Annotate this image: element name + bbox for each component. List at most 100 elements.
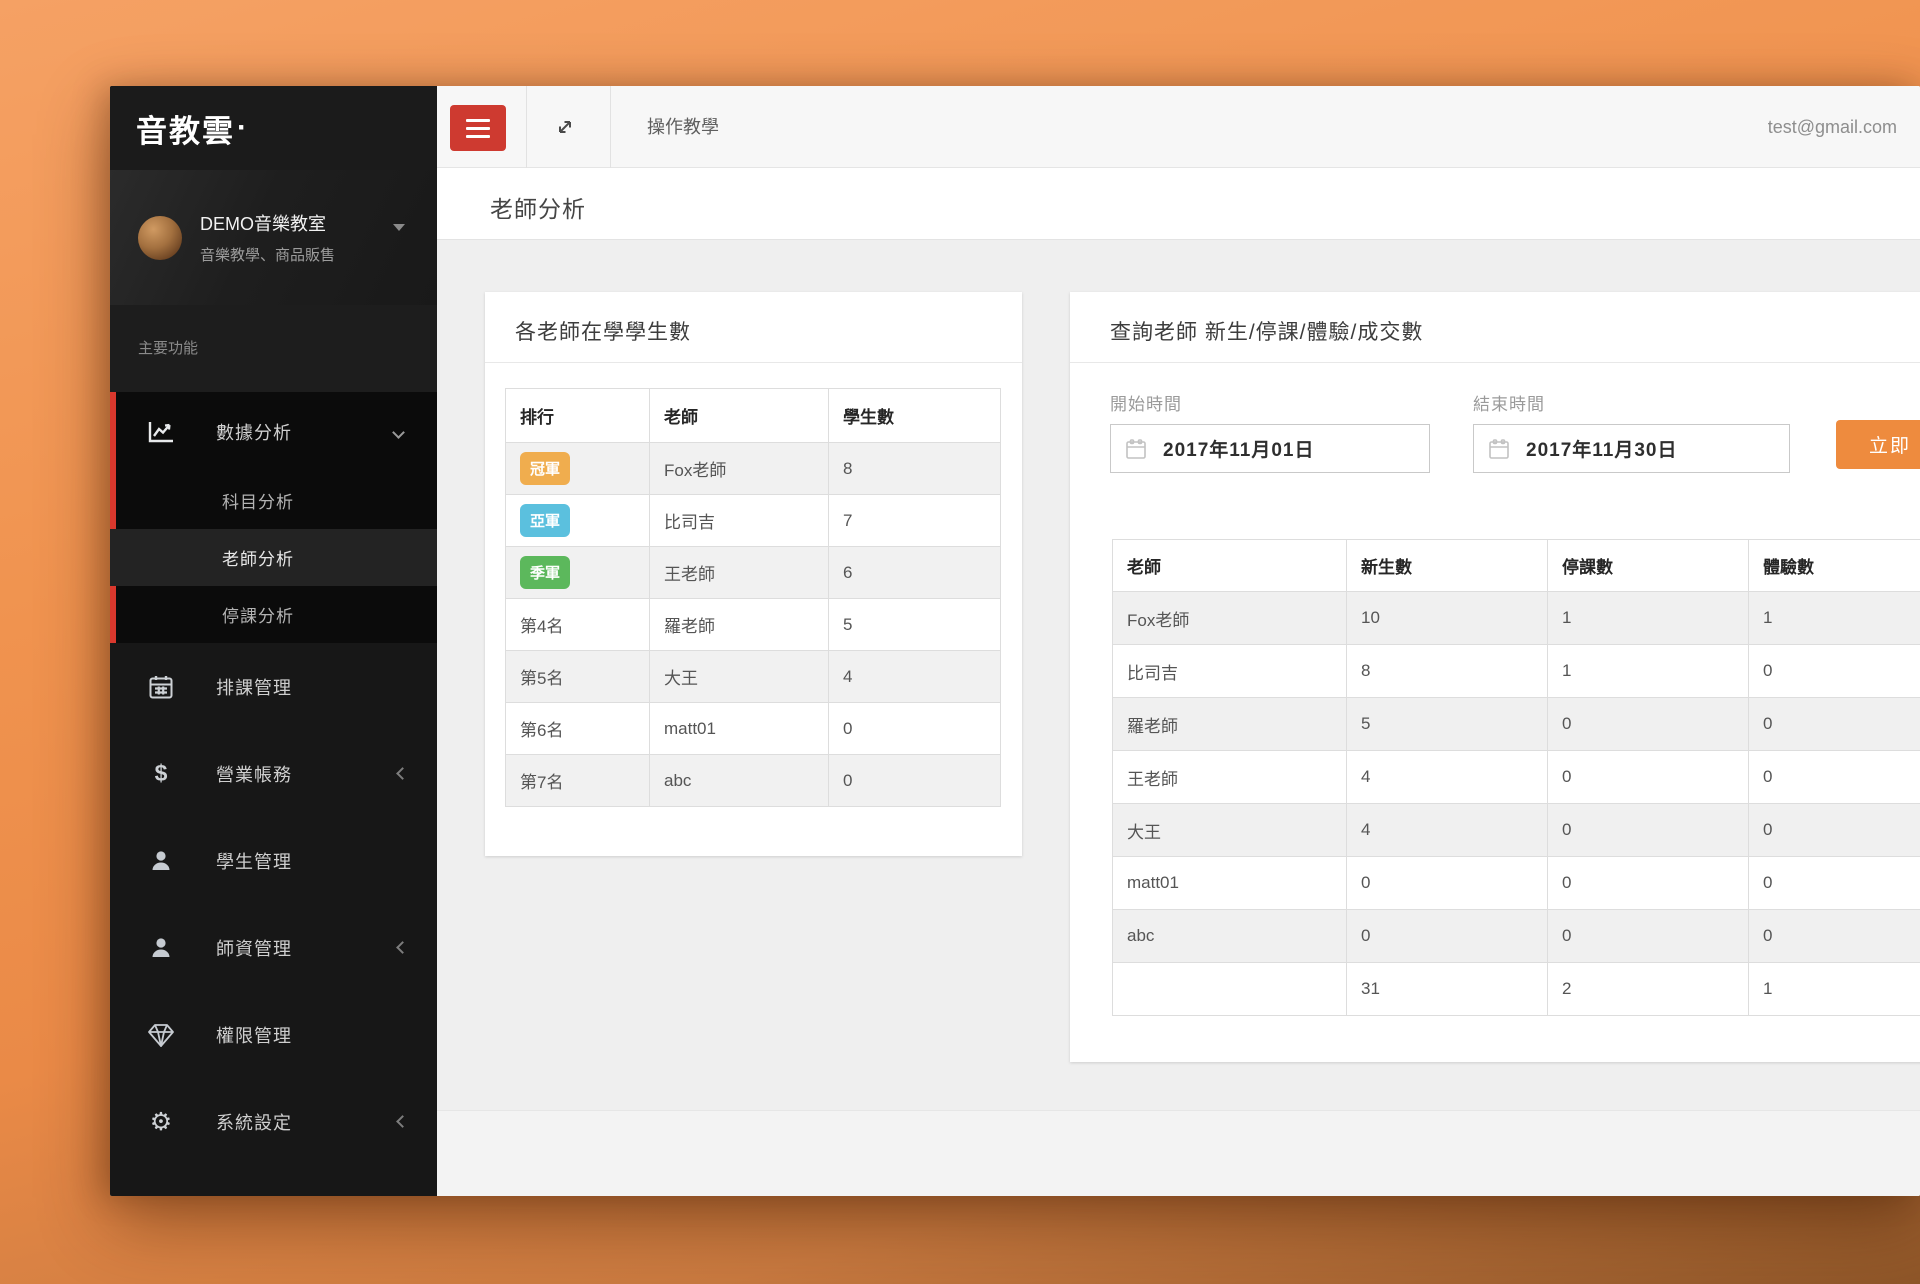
cell-rank: 第5名: [506, 651, 650, 703]
cell-teacher: [1113, 963, 1347, 1016]
col-header-trial: 體驗數: [1749, 540, 1920, 592]
cell-trial: 0: [1749, 645, 1920, 698]
sidebar-item-permissions[interactable]: 權限管理: [110, 991, 437, 1078]
cell-teacher: 羅老師: [650, 599, 829, 651]
chevron-left-icon: [396, 1115, 409, 1128]
table-row: 大王 4 0 0: [1113, 804, 1920, 857]
cell-teacher: matt01: [650, 703, 829, 755]
cell-stop: 0: [1548, 698, 1749, 751]
sidebar-section-label: 主要功能: [110, 305, 437, 392]
cell-students: 5: [829, 599, 1001, 651]
cell-stop: 1: [1548, 592, 1749, 645]
cell-students: 0: [829, 703, 1001, 755]
table-row: 第4名 羅老師 5: [506, 599, 1001, 651]
sidebar-item-students[interactable]: 學生管理: [110, 817, 437, 904]
calendar-icon: [1125, 438, 1147, 460]
table-row: matt01 0 0 0: [1113, 857, 1920, 910]
cell-trial: 0: [1749, 751, 1920, 804]
cell-teacher: 大王: [1113, 804, 1347, 857]
footer: [437, 1110, 1920, 1196]
brand-logo-mark: ·: [237, 111, 247, 145]
cell-stop: 1: [1548, 645, 1749, 698]
brand-logo-text: 音教雲: [136, 106, 235, 151]
sidebar-item-label: 權限管理: [216, 1022, 292, 1048]
cell-rank: 第6名: [506, 703, 650, 755]
end-date-input[interactable]: 2017年11月30日: [1473, 424, 1790, 473]
tutorial-link[interactable]: 操作教學: [647, 86, 719, 168]
panel-teacher-query: 查詢老師 新生/停課/體驗/成交數 開始時間 2017年11月01日 結束: [1070, 292, 1920, 1062]
panel-title: 各老師在學學生數: [515, 316, 691, 346]
content: 各老師在學學生數 排行 老師 學生數 冠軍 Fox老師 8 亞軍: [437, 240, 1920, 1110]
sidebar-subitem-label: 科目分析: [222, 488, 294, 513]
col-header-stop: 停課數: [1548, 540, 1749, 592]
profile-subtitle: 音樂教學、商品販售: [200, 244, 335, 265]
start-time-label: 開始時間: [1110, 390, 1182, 415]
table-header-row: 老師 新生數 停課數 體驗數: [1113, 540, 1920, 592]
end-time-label: 結束時間: [1473, 390, 1545, 415]
start-date-input[interactable]: 2017年11月01日: [1110, 424, 1430, 473]
dollar-icon: $: [146, 760, 176, 787]
sidebar-item-data-analysis[interactable]: 數據分析: [116, 392, 437, 472]
cell-students: 4: [829, 651, 1001, 703]
sidebar-subitem-label: 停課分析: [222, 602, 294, 627]
sidebar-item-accounting[interactable]: $ 營業帳務: [110, 730, 437, 817]
table-row: Fox老師 10 1 1: [1113, 592, 1920, 645]
chevron-down-icon: [392, 426, 405, 439]
rank-badge: 季軍: [520, 556, 570, 589]
person-icon: [146, 848, 176, 874]
expand-arrows-icon: [553, 115, 577, 139]
table-row: 亞軍 比司吉 7: [506, 495, 1001, 547]
query-submit-button[interactable]: 立即: [1836, 420, 1920, 469]
gem-icon: [146, 1022, 176, 1048]
cell-teacher: abc: [650, 755, 829, 807]
table-row: 王老師 4 0 0: [1113, 751, 1920, 804]
sidebar-item-label: 系統設定: [216, 1109, 292, 1135]
sidebar-item-settings[interactable]: ⚙ 系統設定: [110, 1078, 437, 1165]
caret-down-icon: [393, 224, 405, 231]
cell-teacher: 比司吉: [1113, 645, 1347, 698]
table-row: 比司吉 8 1 0: [1113, 645, 1920, 698]
cell-new: 8: [1347, 645, 1548, 698]
fullscreen-button[interactable]: [540, 110, 590, 144]
sidebar-item-label: 排課管理: [216, 674, 292, 700]
sidebar-item-label: 師資管理: [216, 935, 292, 961]
account-email[interactable]: test@gmail.com: [1768, 86, 1897, 168]
profile-switcher[interactable]: DEMO音樂教室 音樂教學、商品販售: [110, 170, 437, 305]
end-date-value: 2017年11月30日: [1526, 435, 1678, 462]
cell-teacher: 王老師: [1113, 751, 1347, 804]
cell-trial: 0: [1749, 910, 1920, 963]
table-totals-row: 31 2 1: [1113, 963, 1920, 1016]
table-row: abc 0 0 0: [1113, 910, 1920, 963]
sidebar-item-scheduling[interactable]: 排課管理: [110, 643, 437, 730]
cell-trial: 0: [1749, 857, 1920, 910]
cell-trial: 1: [1749, 592, 1920, 645]
cell-students: 0: [829, 755, 1001, 807]
divider: [1070, 362, 1920, 363]
cell-stop: 0: [1548, 804, 1749, 857]
sidebar-item-subject-analysis[interactable]: 科目分析: [116, 472, 437, 529]
menu-toggle-button[interactable]: [450, 105, 506, 151]
cell-teacher: Fox老師: [650, 443, 829, 495]
table-row: 季軍 王老師 6: [506, 547, 1001, 599]
sidebar-item-teachers[interactable]: 師資管理: [110, 904, 437, 991]
cell-students: 6: [829, 547, 1001, 599]
table-row: 第7名 abc 0: [506, 755, 1001, 807]
cell-stop: 0: [1548, 857, 1749, 910]
cell-teacher: abc: [1113, 910, 1347, 963]
query-result-table: 老師 新生數 停課數 體驗數 Fox老師 10 1 1 比司吉 8 1: [1112, 539, 1920, 1016]
col-header-students: 學生數: [829, 389, 1001, 443]
sidebar-subitem-label: 老師分析: [222, 545, 294, 570]
sidebar-item-teacher-analysis[interactable]: 老師分析: [110, 529, 437, 586]
col-header-teacher: 老師: [650, 389, 829, 443]
sidebar: 音教雲· DEMO音樂教室 音樂教學、商品販售 主要功能 數據分析: [110, 86, 437, 1196]
cell-total-stop: 2: [1548, 963, 1749, 1016]
panel-teacher-ranking: 各老師在學學生數 排行 老師 學生數 冠軍 Fox老師 8 亞軍: [485, 292, 1022, 856]
chart-line-icon: [146, 420, 176, 444]
app-window: 音教雲· DEMO音樂教室 音樂教學、商品販售 主要功能 數據分析: [110, 86, 1920, 1196]
calendar-icon: [146, 674, 176, 700]
cell-trial: 0: [1749, 804, 1920, 857]
panel-title: 查詢老師 新生/停課/體驗/成交數: [1110, 316, 1423, 346]
gear-icon: ⚙: [146, 1107, 176, 1137]
cell-teacher: matt01: [1113, 857, 1347, 910]
sidebar-item-stopclass-analysis[interactable]: 停課分析: [116, 586, 437, 643]
